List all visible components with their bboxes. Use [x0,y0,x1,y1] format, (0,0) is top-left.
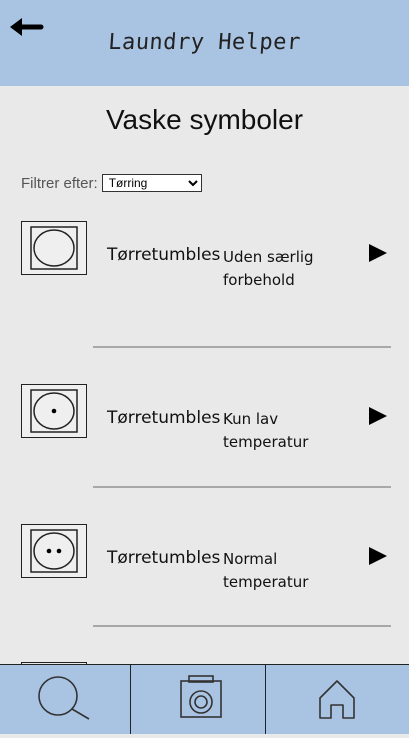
play-arrow-icon[interactable] [369,547,387,565]
symbol-name: Tørretumbles [107,408,221,428]
symbol-name: Tørretumbles [107,245,221,265]
filter-bar: Filtrer efter: Tørring [21,174,202,192]
nav-home-tab[interactable] [265,665,409,734]
app-title: Laundry Helper [107,30,302,55]
filter-label: Filtrer efter: [21,174,98,192]
symbol-description: Kun lav temperatur [223,410,309,451]
bottom-nav [0,664,409,734]
filter-select[interactable]: Tørring [101,174,202,192]
symbol-name: Tørretumbles [107,548,221,568]
nav-search-tab[interactable] [0,665,130,734]
tumble-dry-any-icon [21,221,87,275]
tumble-dry-low-icon [21,384,87,438]
play-arrow-icon[interactable] [369,244,387,262]
divider [93,346,391,348]
symbol-description: Uden særlig forbehold [223,248,314,289]
home-icon [319,680,355,719]
search-icon [38,676,90,720]
divider [93,625,391,627]
tumble-dry-normal-icon [21,524,87,578]
app-header: Laundry Helper [0,0,409,86]
camera-icon [180,675,222,718]
divider [93,486,391,488]
symbol-description: Normal temperatur [223,550,309,591]
page-title: Vaske symboler [105,104,304,135]
nav-camera-tab[interactable] [130,665,266,734]
play-arrow-icon[interactable] [369,407,387,425]
